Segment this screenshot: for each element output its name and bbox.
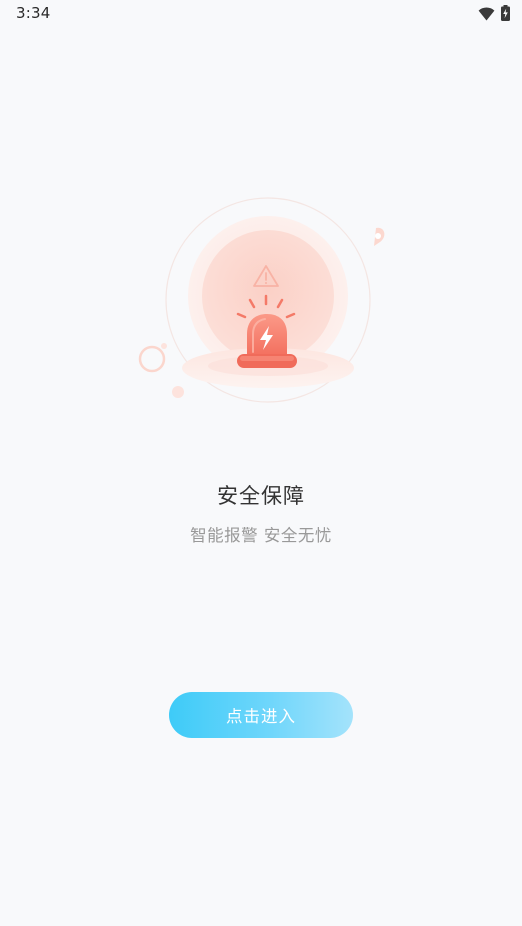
page-subtitle: 智能报警 安全无忧: [190, 526, 332, 545]
wifi-icon: [478, 6, 495, 25]
enter-button[interactable]: 点击进入: [169, 692, 353, 738]
status-bar: 3:34: [0, 0, 522, 28]
battery-charging-icon: [501, 5, 510, 25]
security-alarm-illustration: [132, 196, 392, 406]
status-icons: [478, 5, 510, 25]
page-title: 安全保障: [217, 484, 305, 508]
status-time: 3:34: [16, 4, 51, 22]
